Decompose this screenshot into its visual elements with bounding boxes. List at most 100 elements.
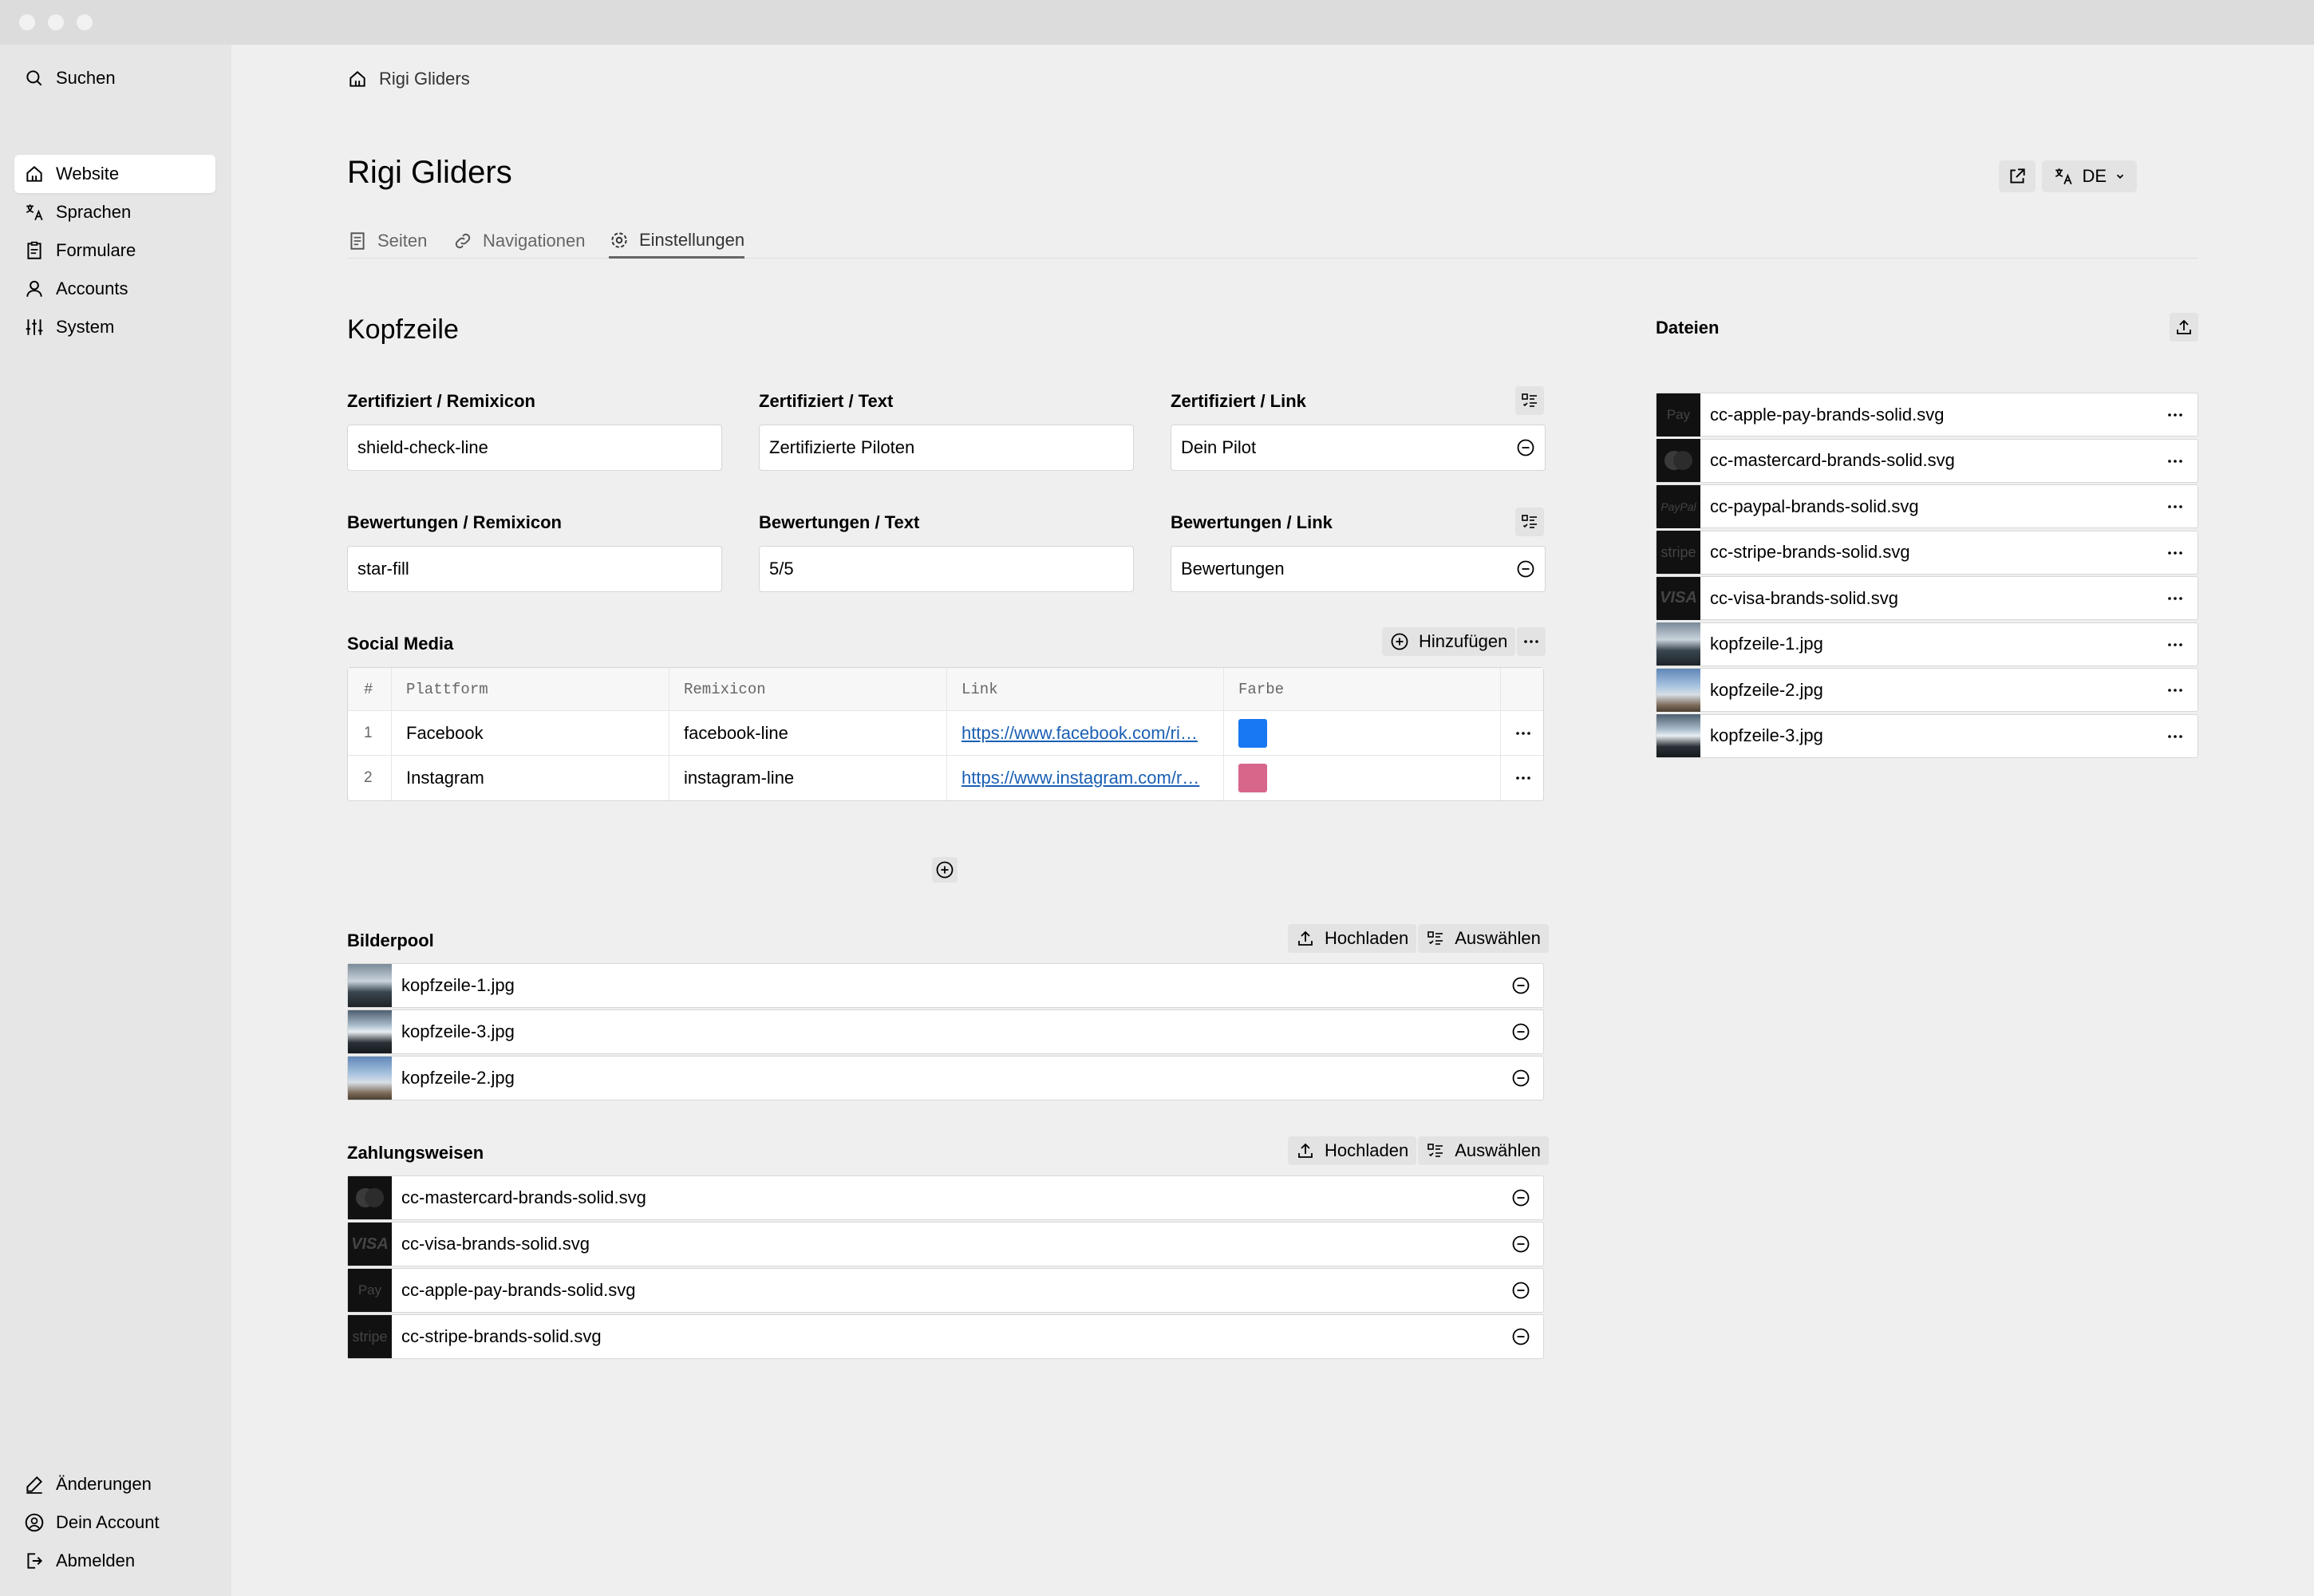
sidebar-item-label: System xyxy=(56,317,115,337)
sidebar-item-aenderungen[interactable]: Änderungen xyxy=(14,1465,215,1503)
link-cell[interactable]: https://www.instagram.com/r… xyxy=(947,756,1224,800)
window-zoom-button[interactable] xyxy=(77,14,93,30)
sidebar-item-dein-account[interactable]: Dein Account xyxy=(14,1503,215,1542)
file-item[interactable]: VISA cc-visa-brands-solid.svg xyxy=(1656,576,2198,620)
more-icon[interactable] xyxy=(2166,635,2185,654)
window-titlebar xyxy=(0,0,2314,45)
remove-icon[interactable] xyxy=(1511,1188,1530,1207)
more-button[interactable] xyxy=(1517,627,1546,656)
file-item[interactable]: stripe cc-stripe-brands-solid.svg xyxy=(1656,530,2198,575)
social-link[interactable]: https://www.facebook.com/ri… xyxy=(962,723,1198,744)
open-external-button[interactable] xyxy=(1999,160,2036,192)
zahlungsweisen-actions: Hochladen Auswählen xyxy=(1288,1136,1549,1165)
tab-navigationen[interactable]: Navigationen xyxy=(452,223,585,259)
image-thumbnail xyxy=(1657,622,1700,666)
remove-icon[interactable] xyxy=(1511,1069,1530,1088)
remove-icon[interactable] xyxy=(1511,976,1530,995)
tab-einstellungen[interactable]: Einstellungen xyxy=(609,223,745,259)
tab-label: Seiten xyxy=(377,231,428,251)
remove-icon[interactable] xyxy=(1511,1281,1530,1300)
add-row-button[interactable] xyxy=(932,857,958,883)
file-item[interactable]: Pay cc-apple-pay-brands-solid.svg xyxy=(1656,393,2198,437)
remixicon-cell[interactable]: instagram-line xyxy=(669,756,947,800)
file-item[interactable]: kopfzeile-2.jpg xyxy=(1656,668,2198,712)
rating-remixicon-field[interactable]: star-fill xyxy=(347,546,722,592)
home-icon xyxy=(347,69,368,89)
upload-file-button[interactable] xyxy=(2170,313,2198,342)
tab-seiten[interactable]: Seiten xyxy=(347,223,427,259)
list-item[interactable]: kopfzeile-3.jpg xyxy=(347,1009,1544,1054)
list-item[interactable]: cc-mastercard-brands-solid.svg xyxy=(347,1175,1544,1220)
cert-link-field[interactable]: Dein Pilot xyxy=(1171,425,1546,471)
stripe-icon: stripe xyxy=(348,1315,392,1358)
list-item[interactable]: VISA cc-visa-brands-solid.svg xyxy=(347,1222,1544,1266)
more-icon[interactable] xyxy=(2166,681,2185,700)
table-row[interactable]: 2 Instagram instagram-line https://www.i… xyxy=(348,756,1543,800)
window-minimize-button[interactable] xyxy=(48,14,64,30)
sidebar-item-accounts[interactable]: Accounts xyxy=(14,270,215,308)
remove-icon[interactable] xyxy=(1516,559,1535,579)
zahlungsweisen-title: Zahlungsweisen xyxy=(347,1143,484,1163)
social-link[interactable]: https://www.instagram.com/r… xyxy=(962,768,1199,788)
list-item[interactable]: Pay cc-apple-pay-brands-solid.svg xyxy=(347,1268,1544,1313)
more-icon[interactable] xyxy=(2166,589,2185,608)
field-label: Zertifiziert / Remixicon xyxy=(347,391,535,411)
file-name: cc-mastercard-brands-solid.svg xyxy=(1710,450,1955,470)
color-cell[interactable] xyxy=(1224,711,1501,755)
cert-remixicon-field[interactable]: shield-check-line xyxy=(347,425,722,471)
sidebar-item-website[interactable]: Website xyxy=(14,155,215,193)
list-item[interactable]: stripe cc-stripe-brands-solid.svg xyxy=(347,1314,1544,1359)
remove-icon[interactable] xyxy=(1516,438,1535,457)
language-label: DE xyxy=(2082,166,2107,186)
more-icon[interactable] xyxy=(2166,405,2185,425)
file-item[interactable]: PayPal cc-paypal-brands-solid.svg xyxy=(1656,484,2198,528)
sidebar-item-abmelden[interactable]: Abmelden xyxy=(14,1542,215,1580)
row-actions[interactable] xyxy=(1501,756,1545,800)
sidebar-search[interactable]: Suchen xyxy=(14,59,215,97)
breadcrumb[interactable]: Rigi Gliders xyxy=(347,69,470,89)
remove-icon[interactable] xyxy=(1511,1235,1530,1254)
platform-cell[interactable]: Facebook xyxy=(392,711,669,755)
color-swatch[interactable] xyxy=(1238,764,1267,792)
select-button[interactable]: Auswählen xyxy=(1418,924,1549,953)
more-icon[interactable] xyxy=(1514,768,1533,788)
select-button[interactable]: Auswählen xyxy=(1418,1136,1549,1165)
cert-text-field[interactable]: Zertifizierte Piloten xyxy=(759,425,1134,471)
more-icon[interactable] xyxy=(2166,543,2185,563)
link-cell[interactable]: https://www.facebook.com/ri… xyxy=(947,711,1224,755)
language-select[interactable]: DE xyxy=(2042,160,2137,192)
remixicon-cell[interactable]: facebook-line xyxy=(669,711,947,755)
file-item[interactable]: cc-mastercard-brands-solid.svg xyxy=(1656,438,2198,483)
more-icon[interactable] xyxy=(1514,724,1533,743)
select-list-icon xyxy=(1520,512,1539,531)
sidebar-item-formulare[interactable]: Formulare xyxy=(14,231,215,270)
upload-button[interactable]: Hochladen xyxy=(1288,1136,1417,1165)
list-item[interactable]: kopfzeile-1.jpg xyxy=(347,963,1544,1008)
select-link-button[interactable] xyxy=(1515,508,1544,536)
rating-text-field[interactable]: 5/5 xyxy=(759,546,1134,592)
remove-icon[interactable] xyxy=(1511,1327,1530,1346)
list-item[interactable]: kopfzeile-2.jpg xyxy=(347,1056,1544,1100)
sidebar-item-sprachen[interactable]: Sprachen xyxy=(14,193,215,231)
platform-cell[interactable]: Instagram xyxy=(392,756,669,800)
color-cell[interactable] xyxy=(1224,756,1501,800)
table-row[interactable]: 1 Facebook facebook-line https://www.fac… xyxy=(348,711,1543,756)
bilderpool-title: Bilderpool xyxy=(347,930,434,950)
remove-icon[interactable] xyxy=(1511,1022,1530,1041)
row-actions[interactable] xyxy=(1501,711,1545,755)
rating-link-field[interactable]: Bewertungen xyxy=(1171,546,1546,592)
more-icon[interactable] xyxy=(2166,452,2185,471)
add-button[interactable]: Hinzufügen xyxy=(1382,627,1516,656)
file-item[interactable]: kopfzeile-1.jpg xyxy=(1656,622,2198,666)
sidebar-item-label: Dein Account xyxy=(56,1512,160,1532)
link-icon xyxy=(452,231,473,251)
file-item[interactable]: kopfzeile-3.jpg xyxy=(1656,713,2198,758)
color-swatch[interactable] xyxy=(1238,718,1267,748)
window-close-button[interactable] xyxy=(19,14,35,30)
image-thumbnail xyxy=(1657,668,1700,712)
upload-button[interactable]: Hochladen xyxy=(1288,924,1417,953)
select-link-button[interactable] xyxy=(1515,386,1544,415)
sidebar-item-system[interactable]: System xyxy=(14,308,215,346)
more-icon[interactable] xyxy=(2166,497,2185,516)
more-icon[interactable] xyxy=(2166,727,2185,746)
